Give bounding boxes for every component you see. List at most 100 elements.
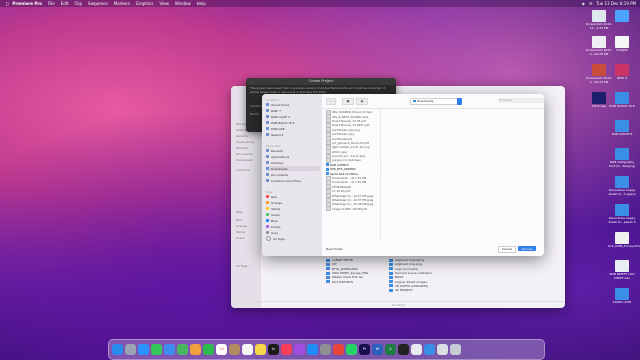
finder-item-row[interactable]: 4K PROJECT bbox=[389, 288, 459, 292]
folder-icon bbox=[326, 172, 329, 176]
sidebar-item-documents[interactable]: Documents bbox=[266, 172, 320, 177]
sidebar-tag-grey[interactable]: Grey bbox=[266, 230, 320, 235]
wifi-icon[interactable]: ◈ bbox=[582, 1, 585, 6]
dock-podcasts-icon[interactable] bbox=[294, 344, 305, 355]
desktop-icon-item[interactable]: RGB SAUCE 8 bbox=[608, 120, 636, 137]
finder-sidebar-item[interactable]: All Tags... bbox=[236, 264, 250, 268]
dock-maps-icon[interactable] bbox=[177, 344, 188, 355]
sidebar-tag-all[interactable]: All Tags... bbox=[266, 236, 320, 241]
chevron-right-icon: › bbox=[376, 162, 378, 167]
dock-word-icon[interactable]: W bbox=[372, 344, 383, 355]
dock-appstore-icon[interactable] bbox=[307, 344, 318, 355]
dock-chrome-icon[interactable] bbox=[333, 344, 344, 355]
search-input[interactable]: Search bbox=[498, 98, 544, 103]
menu-markers[interactable]: Markers bbox=[114, 1, 130, 6]
control-center-icon[interactable]: ☰ bbox=[589, 1, 593, 6]
dock-folder-icon[interactable] bbox=[424, 344, 435, 355]
menu-clock[interactable]: Tue 13 Dec 6:19 PM bbox=[596, 1, 636, 6]
back-forward-button[interactable]: ‹ › bbox=[326, 98, 336, 105]
desktop-icon-item[interactable]: Decorative happy diwali fo...3 agaiw bbox=[608, 176, 636, 196]
dock-launchpad-icon[interactable] bbox=[125, 344, 136, 355]
desktop-icon-item[interactable] bbox=[608, 10, 636, 23]
menu-file[interactable]: File bbox=[48, 1, 55, 6]
dock-excel-icon[interactable]: X bbox=[385, 344, 396, 355]
sidebar-tag-blue[interactable]: Blue bbox=[266, 218, 320, 223]
group-icon[interactable]: ▤ bbox=[356, 98, 368, 105]
menu-clip[interactable]: Clip bbox=[74, 1, 82, 6]
sidebar-tag-purple[interactable]: Purple bbox=[266, 224, 320, 229]
menu-graphics[interactable]: Graphics bbox=[136, 1, 154, 6]
dock-whatsapp-icon[interactable] bbox=[346, 344, 357, 355]
dock-reminders-icon[interactable] bbox=[242, 344, 253, 355]
finder-sidebar-item[interactable]: Documents bbox=[236, 152, 253, 156]
sidebar-tag-orange[interactable]: Orange bbox=[266, 200, 320, 205]
dock-notes-icon[interactable] bbox=[255, 344, 266, 355]
dock-facetime-icon[interactable] bbox=[203, 344, 214, 355]
cancel-button[interactable]: Cancel bbox=[498, 246, 516, 253]
desktop-icon-item[interactable]: NEW 9 bbox=[608, 64, 636, 81]
sidebar-item-rgb[interactable]: RGB !! bbox=[266, 108, 320, 113]
finder-sidebar-item[interactable]: Desktop bbox=[236, 146, 248, 150]
menu-help[interactable]: Help bbox=[197, 1, 206, 6]
finder-sidebar-item[interactable]: Tags bbox=[236, 210, 243, 214]
dock-safari-icon[interactable] bbox=[138, 344, 149, 355]
desktop-icon-item[interactable]: RGB BRIEFS LOG SHEET.xlsx bbox=[608, 260, 636, 280]
dock-finder-icon[interactable] bbox=[112, 344, 123, 355]
file-row[interactable]: Image to PDF...89 PM.pdf bbox=[326, 206, 378, 211]
sidebar-item-downloads[interactable]: Downloads bbox=[266, 166, 320, 171]
finder-folder-row[interactable]: DGT EXPORTS bbox=[326, 279, 386, 284]
dock-premiere-icon[interactable]: Pr bbox=[359, 344, 370, 355]
finder-sidebar-item[interactable]: Recents bbox=[236, 134, 248, 138]
choose-button[interactable]: Choose bbox=[518, 246, 536, 251]
dock-tv-icon[interactable]: tv bbox=[268, 344, 279, 355]
finder-sidebar-item[interactable]: Applications bbox=[236, 140, 254, 144]
menu-view[interactable]: View bbox=[159, 1, 169, 6]
finder-sidebar-item[interactable]: Green bbox=[236, 236, 245, 240]
dock-folder2-icon[interactable] bbox=[437, 344, 448, 355]
menu-window[interactable]: Window bbox=[175, 1, 191, 6]
menu-sequence[interactable]: Sequence bbox=[88, 1, 108, 6]
desktop-icon-item[interactable]: PUNJAB bbox=[608, 36, 636, 53]
new-folder-button[interactable]: New Folder bbox=[326, 247, 343, 251]
sidebar-item-icloud[interactable]: iCloud Drive bbox=[266, 102, 320, 107]
dock-calendar-icon[interactable]: 13 bbox=[216, 344, 227, 355]
sidebar-item-network[interactable]: Network bbox=[266, 132, 320, 137]
dock-settings-icon[interactable] bbox=[320, 344, 331, 355]
apple-menu-icon[interactable]:  bbox=[6, 1, 8, 6]
view-mode-icon[interactable]: ▦ bbox=[342, 98, 354, 105]
dock-trash-icon[interactable] bbox=[450, 344, 461, 355]
finder-sidebar-item[interactable]: Red bbox=[236, 218, 242, 222]
dock-preview-icon[interactable] bbox=[411, 344, 422, 355]
desktop-icon-item[interactable]: Decorative happy diwali fo...peesh fi bbox=[608, 204, 636, 224]
sidebar-item-recents[interactable]: Recents bbox=[266, 148, 320, 153]
finder-sidebar-item[interactable]: Yellow bbox=[236, 230, 245, 234]
menu-app-name[interactable]: Premiere Pro bbox=[12, 1, 42, 6]
dock-photos-icon[interactable] bbox=[190, 344, 201, 355]
sidebar-item-rgb-backup[interactable]: RGB BACK UP 8 bbox=[266, 120, 320, 125]
desktop-icon-label: RGB BRIEFS LOG SHEET.xlsx bbox=[609, 272, 635, 280]
file-name: Certificate copy bbox=[332, 132, 355, 137]
desktop-icon-item[interactable]: RGB SAUCE 1P 8 bbox=[608, 92, 636, 109]
menu-edit[interactable]: Edit bbox=[61, 1, 69, 6]
finder-sidebar-item[interactable]: Downloads bbox=[236, 158, 252, 162]
dock-mail-icon[interactable] bbox=[164, 344, 175, 355]
dock-contacts-icon[interactable] bbox=[229, 344, 240, 355]
desktop-icon-item[interactable]: RGB Calligraphy Font (P... Kerging) bbox=[608, 148, 636, 168]
finder-sidebar-item[interactable]: Orange bbox=[236, 224, 247, 228]
file-name: gurgaon 2.mp4-tape bbox=[332, 158, 361, 163]
location-popup[interactable]: Downloads bbox=[410, 98, 462, 105]
sidebar-item-rgb-lacie[interactable]: RGB LACIE 3 bbox=[266, 114, 320, 119]
desktop-icon-item[interactable]: SAMKA SHIP bbox=[608, 288, 636, 305]
finder-sidebar-item[interactable]: Locations bbox=[236, 168, 250, 172]
sidebar-tag-yellow[interactable]: Yellow bbox=[266, 206, 320, 211]
dock-messages-icon[interactable] bbox=[151, 344, 162, 355]
dock-music-icon[interactable] bbox=[281, 344, 292, 355]
sidebar-item-creative-cloud[interactable]: Creative Cloud Files bbox=[266, 178, 320, 183]
desktop-icon-item[interactable]: GUI_0968_Pricey.html bbox=[608, 232, 640, 249]
sidebar-tag-red[interactable]: Red bbox=[266, 194, 320, 199]
sidebar-tag-green[interactable]: Green bbox=[266, 212, 320, 217]
dock-terminal-icon[interactable] bbox=[398, 344, 409, 355]
sidebar-item-desktop[interactable]: Desktop bbox=[266, 160, 320, 165]
sidebar-item-purlase[interactable]: PURLASE bbox=[266, 126, 320, 131]
sidebar-item-applications[interactable]: Applications bbox=[266, 154, 320, 159]
